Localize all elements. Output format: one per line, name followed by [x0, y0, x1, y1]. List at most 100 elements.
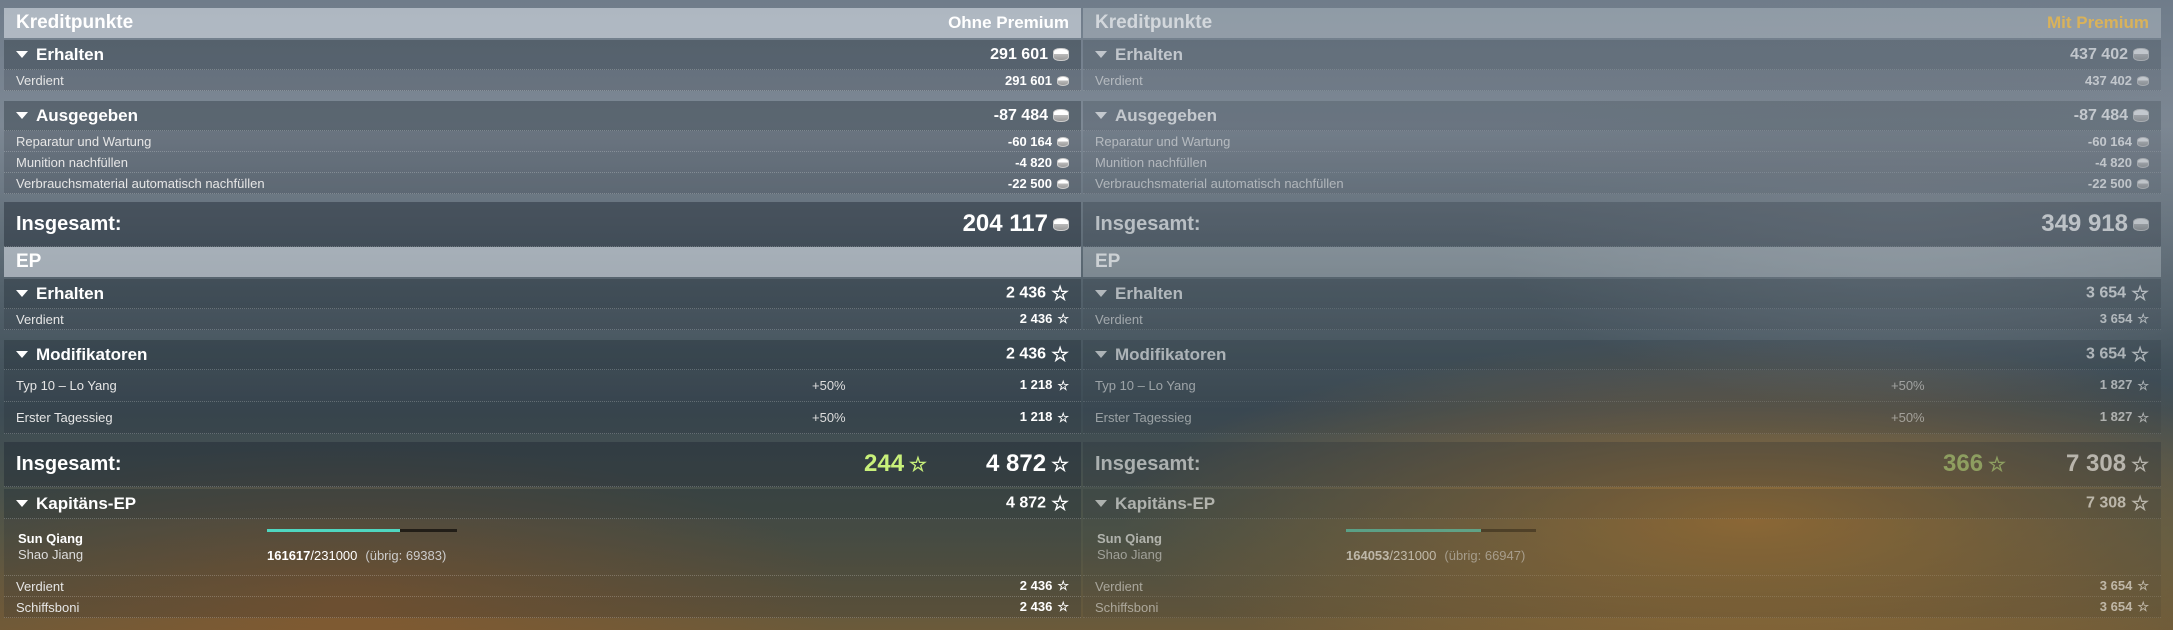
item-label: Verdient: [1095, 311, 1143, 327]
credits-received-section[interactable]: Erhalten 291 601: [4, 40, 1081, 70]
star-icon: ☆: [1051, 493, 1069, 515]
star-icon: ☆: [1051, 454, 1069, 477]
item-value: -22 500: [1007, 175, 1052, 191]
xp-received-section[interactable]: Erhalten 2 436 ☆: [4, 279, 1081, 309]
coin-icon: [1053, 47, 1069, 61]
modifier-percent: +50%: [812, 378, 846, 393]
item-value: -4 820: [1015, 154, 1052, 170]
collapse-triangle-icon[interactable]: [16, 351, 28, 358]
results-panel-with-premium: Kreditpunkte Mit Premium Erhalten 437 40…: [1083, 8, 2161, 630]
collapse-triangle-icon[interactable]: [1095, 500, 1107, 507]
credits-spent-section[interactable]: Ausgegeben -87 484: [4, 101, 1081, 131]
xp-received-section[interactable]: Erhalten 3 654 ☆: [1083, 279, 2161, 309]
xp-modifiers-section[interactable]: Modifikatoren 3 654 ☆: [1083, 340, 2161, 370]
star-icon: ☆: [1057, 409, 1069, 425]
star-icon: ☆: [2137, 578, 2149, 594]
collapse-triangle-icon[interactable]: [1095, 51, 1107, 58]
xp-title: EP: [1095, 251, 1121, 272]
xp-modifiers-section[interactable]: Modifikatoren 2 436 ☆: [4, 340, 1081, 370]
coin-icon: [1057, 76, 1069, 87]
list-item: Verdient 437 402: [1083, 70, 2161, 91]
credits-title: Kreditpunkte: [1095, 12, 1213, 33]
item-value: 1 218: [1019, 409, 1053, 425]
item-label: Reparatur und Wartung: [16, 133, 152, 149]
captain-xp-section[interactable]: Kapitäns-EP 7 308 ☆: [1083, 489, 2161, 519]
item-label: Typ 10 – Lo Yang: [16, 378, 117, 393]
star-icon: ☆: [2131, 283, 2149, 305]
collapse-triangle-icon[interactable]: [16, 112, 28, 119]
captain-xp-progress-bar: [1346, 529, 1536, 532]
list-item: Typ 10 – Lo Yang +50% 1 827 ☆: [1083, 370, 2161, 402]
premium-label: Ohne Premium: [948, 13, 1069, 32]
captain-name: Sun Qiang: [18, 531, 83, 546]
list-item: Reparatur und Wartung -60 164: [4, 131, 1081, 152]
credits-received-section[interactable]: Erhalten 437 402: [1083, 40, 2161, 70]
coin-icon: [2133, 47, 2149, 61]
star-icon: ☆: [1051, 283, 1069, 305]
credits-header: Kreditpunkte Ohne Premium: [4, 8, 1081, 38]
coin-icon: [2133, 108, 2149, 122]
item-label: Verbrauchsmaterial automatisch nachfülle…: [1095, 175, 1344, 191]
item-value: 1 827: [2099, 377, 2133, 393]
captain-xp-section[interactable]: Kapitäns-EP 4 872 ☆: [4, 489, 1081, 519]
list-item: Verdient 3 654 ☆: [1083, 309, 2161, 330]
collapse-triangle-icon[interactable]: [16, 51, 28, 58]
section-value: 437 402: [2070, 45, 2128, 63]
modifier-percent: +50%: [1891, 410, 1925, 425]
star-icon: ☆: [1988, 454, 2006, 477]
section-value: 291 601: [990, 45, 1048, 63]
credits-total-row: Insgesamt: 204 117: [4, 202, 1081, 247]
star-icon: ☆: [2137, 409, 2149, 425]
section-value: -87 484: [993, 106, 1048, 124]
item-value: 1 218: [1019, 377, 1053, 393]
coin-icon: [1057, 179, 1069, 190]
section-value: 3 654: [2086, 345, 2127, 363]
star-icon: ☆: [2137, 311, 2149, 327]
star-icon: ☆: [909, 454, 927, 477]
coin-icon: [1057, 137, 1069, 148]
item-label: Verdient: [16, 311, 64, 327]
item-value: 437 402: [2085, 72, 2132, 88]
coin-icon: [2137, 179, 2149, 190]
credits-spent-section[interactable]: Ausgegeben -87 484: [1083, 101, 2161, 131]
section-label: Kapitäns-EP: [36, 493, 137, 513]
star-icon: ☆: [2131, 493, 2149, 515]
total-label: Insgesamt:: [16, 212, 122, 235]
collapse-triangle-icon[interactable]: [16, 290, 28, 297]
collapse-triangle-icon[interactable]: [1095, 290, 1107, 297]
results-panel-without-premium: Kreditpunkte Ohne Premium Erhalten 291 6…: [4, 8, 1081, 630]
section-value: 2 436: [1006, 284, 1047, 302]
section-label: Modifikatoren: [36, 344, 148, 364]
section-value: 3 654: [2086, 284, 2127, 302]
bonus-xp-value: 366: [1943, 450, 1984, 477]
captain-info: Sun Qiang Shao Jiang 164053/231000 (übrig…: [1083, 519, 2161, 576]
star-icon: ☆: [1051, 344, 1069, 366]
xp-current: 164053: [1346, 548, 1390, 563]
collapse-triangle-icon[interactable]: [1095, 112, 1107, 119]
modifier-percent: +50%: [812, 410, 846, 425]
credits-title: Kreditpunkte: [16, 12, 134, 33]
item-label: Schiffsboni: [16, 599, 80, 615]
section-label: Kapitäns-EP: [1115, 493, 1216, 513]
xp-remaining: (übrig: 66947): [1444, 548, 1526, 563]
item-value: -60 164: [1007, 133, 1052, 149]
collapse-triangle-icon[interactable]: [16, 500, 28, 507]
item-label: Erster Tagessieg: [1095, 410, 1192, 425]
star-icon: ☆: [1057, 599, 1069, 615]
collapse-triangle-icon[interactable]: [1095, 351, 1107, 358]
coin-icon: [1057, 158, 1069, 169]
item-value: 2 436: [1019, 598, 1053, 614]
item-value: 3 654: [2099, 598, 2133, 614]
section-label: Erhalten: [36, 44, 105, 64]
section-value: -87 484: [2073, 106, 2128, 124]
list-item: Munition nachfüllen -4 820: [1083, 152, 2161, 173]
list-item: Munition nachfüllen -4 820: [4, 152, 1081, 173]
item-label: Verdient: [16, 578, 64, 594]
item-label: Verdient: [1095, 72, 1143, 88]
item-value: 2 436: [1019, 310, 1053, 326]
coin-icon: [2137, 76, 2149, 87]
total-label: Insgesamt:: [16, 452, 122, 475]
bonus-xp-value: 244: [864, 450, 905, 477]
total-value: 4 872: [986, 450, 1047, 477]
xp-header: EP: [1083, 247, 2161, 277]
